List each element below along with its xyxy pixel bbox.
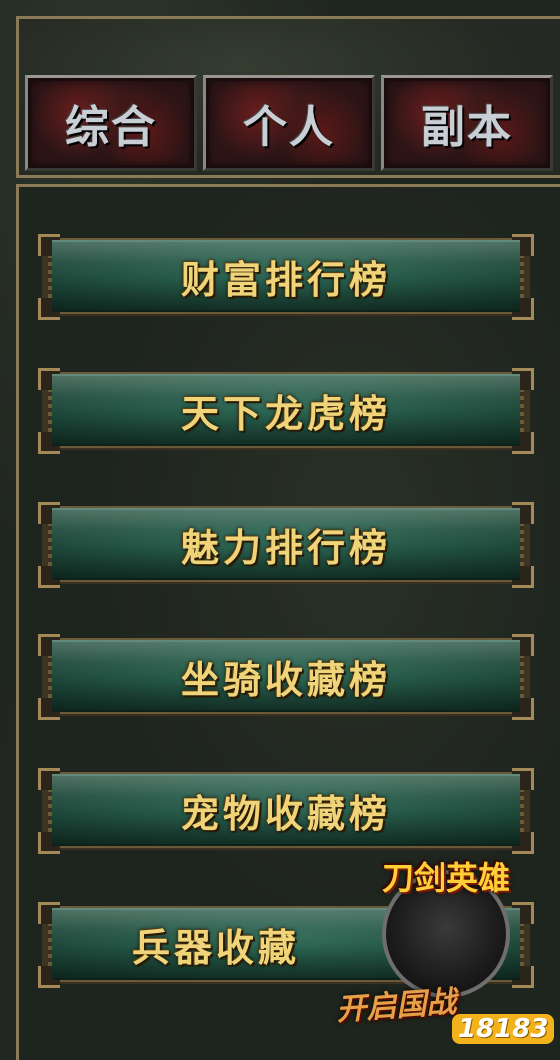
ranking-button-charm[interactable]: 魅力排行榜 [38,502,534,588]
ranking-label: 兵器收藏 [132,924,301,970]
button-face: 坐骑收藏榜 [52,640,520,712]
ranking-label: 魅力排行榜 [180,524,391,570]
ranking-label: 宠物收藏榜 [180,790,391,836]
ranking-label: 坐骑收藏榜 [180,656,391,702]
button-face: 宠物收藏榜 [52,774,520,846]
ranking-menu-screen: 综合 个人 副本 财富排行榜 天下龙虎榜 魅力排行榜 坐骑收藏榜 宠物收藏榜 兵… [0,0,560,1060]
ranking-button-mount-collection[interactable]: 坐骑收藏榜 [38,634,534,720]
ranking-label: 财富排行榜 [180,256,391,302]
button-face: 魅力排行榜 [52,508,520,580]
ranking-button-pet-collection[interactable]: 宠物收藏榜 [38,768,534,854]
tab-label: 副本 [421,102,513,153]
button-face: 天下龙虎榜 [52,374,520,446]
logo-title: 刀剑英雄 [381,859,510,897]
game-watermark-logo: 刀剑英雄 开启国战 18183 [335,859,556,1056]
tab-overall[interactable]: 综合 [25,75,197,171]
site-badge: 18183 [452,1014,555,1044]
button-face: 财富排行榜 [52,240,520,312]
tab-label: 综合 [65,102,157,153]
tab-personal[interactable]: 个人 [203,75,375,171]
tab-dungeon[interactable]: 副本 [381,75,553,171]
tab-label: 个人 [243,102,335,153]
tab-bar-panel: 综合 个人 副本 [16,16,560,178]
ranking-button-dragon-tiger[interactable]: 天下龙虎榜 [38,368,534,454]
ranking-button-wealth[interactable]: 财富排行榜 [38,234,534,320]
ranking-label: 天下龙虎榜 [180,390,391,436]
